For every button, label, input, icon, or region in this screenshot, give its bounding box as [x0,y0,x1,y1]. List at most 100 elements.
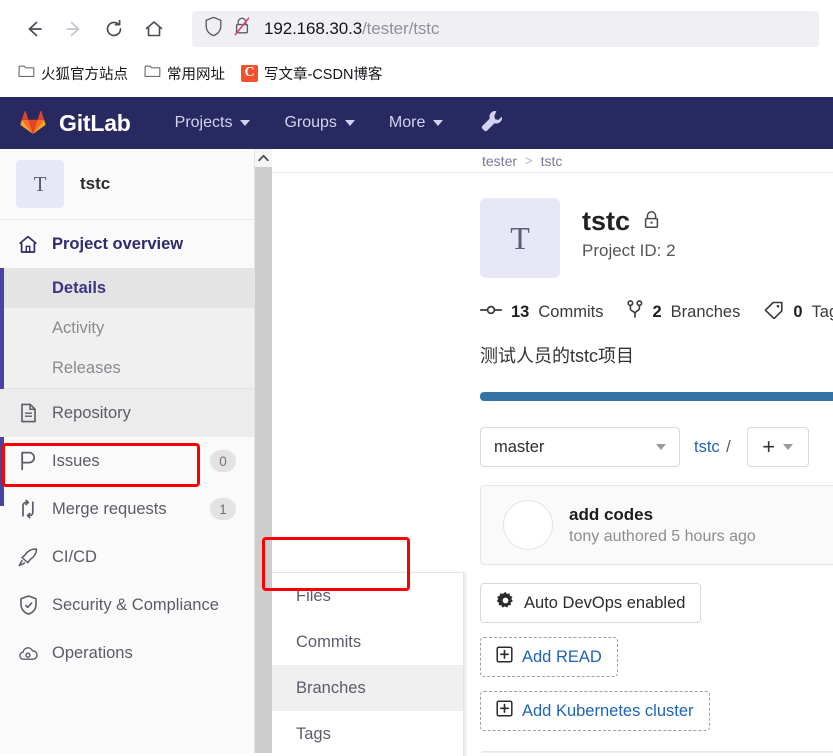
url-text: 192.168.30.3/tester/tstc [264,19,439,39]
nav-groups-label: Groups [284,114,337,131]
gear-icon [496,591,515,615]
forward-button[interactable] [54,9,94,49]
sidebar-item-label: Issues [52,451,100,470]
back-button[interactable] [14,9,54,49]
bookmark-firefox-official[interactable]: 火狐官方站点 [12,61,134,86]
commit-icon [479,303,503,322]
cloud-gear-icon [18,644,38,663]
flyout-item-label: Commits [296,632,362,651]
button-label: Add Kubernetes cluster [522,701,694,720]
repo-toolbar: master tstc / + [480,427,833,467]
nav-projects[interactable]: Projects [175,114,251,132]
project-stats: 13 Commits 2 Branches 0 Tags [479,300,833,324]
add-to-repo-button[interactable]: + [746,427,809,467]
bookmark-common-sites[interactable]: 常用网址 [138,61,231,86]
reload-button[interactable] [94,9,134,49]
add-kubernetes-cluster-button[interactable]: Add Kubernetes cluster [480,691,710,731]
lock-icon [643,206,660,237]
flyout-item-label: Files [296,586,331,605]
project-description: 测试人员的tstc项目 [480,346,635,366]
sidebar-subitem-label: Activity [52,318,105,337]
admin-area-button[interactable] [479,108,505,139]
nav-groups[interactable]: Groups [284,114,355,132]
sidebar-item-security-compliance[interactable]: Security & Compliance [0,581,254,629]
shield-icon[interactable] [204,16,223,42]
nav-more[interactable]: More [388,114,444,132]
project-id: Project ID: 2 [582,241,676,260]
sidebar-subitem-details[interactable]: Details [0,268,254,308]
branch-selector-value: master [494,437,545,456]
files-table: Name https://blog.csdn.net/qq_33808440 [480,751,833,753]
stat-label: Branches [670,302,741,321]
stat-branches[interactable]: 2 Branches [627,300,740,324]
bookmark-label: 常用网址 [167,66,225,83]
scrollbar-thumb[interactable] [255,167,272,753]
sidebar-item-operations[interactable]: Operations [0,629,254,677]
sidebar-item-label: Project overview [52,234,184,253]
path-root[interactable]: tstc [694,438,720,456]
sidebar-scrollbar[interactable] [255,149,272,753]
commit-message[interactable]: add codes [569,505,756,525]
home-icon [18,235,38,254]
button-label: Auto DevOps enabled [524,593,686,612]
stat-commits[interactable]: 13 Commits [479,302,603,322]
sidebar-subitem-activity[interactable]: Activity [0,308,254,348]
page-body: T tstc Project overview Details Activity… [0,149,833,756]
folder-icon [18,63,35,83]
project-header: T tstc Project ID: 2 [480,198,833,278]
url-path: /tester/tstc [362,18,440,38]
breadcrumb-project[interactable]: tstc [541,153,563,169]
home-button[interactable] [134,9,174,49]
breadcrumb-separator: > [525,153,533,168]
insecure-lock-icon[interactable] [233,16,251,41]
sidebar-item-repository[interactable]: Repository [0,389,254,437]
flyout-item-branches[interactable]: Branches [272,665,463,711]
sidebar-project-header[interactable]: T tstc [0,149,254,220]
chevron-down-icon [344,120,355,126]
flyout-item-commits[interactable]: Commits [272,619,463,665]
chevron-down-icon [433,120,444,126]
last-commit-card[interactable]: add codes tony authored 5 hours ago [480,485,833,565]
page-title: tstc [582,206,676,237]
sidebar-item-project-overview[interactable]: Project overview [0,220,254,268]
sidebar-item-issues[interactable]: Issues 0 [0,437,254,485]
flyout-item-tags[interactable]: Tags [272,711,463,756]
wrench-icon [479,108,505,139]
gitlab-home-link[interactable]: GitLab [18,107,131,140]
merge-icon [18,499,38,519]
gitlab-nav-links: Projects Groups More [175,114,444,132]
chevron-down-icon [783,444,794,450]
auto-devops-button[interactable]: Auto DevOps enabled [480,583,702,623]
sidebar-project-avatar: T [16,160,64,208]
sidebar-item-badge: 1 [210,498,236,520]
files-table-header: Name https://blog.csdn.net/qq_33808440 [481,752,833,753]
branch-selector[interactable]: master [480,427,680,467]
stat-count: 0 [793,302,803,321]
language-bar [480,392,833,401]
flyout-item-files[interactable]: Files [272,573,463,619]
sidebar-subitem-label: Details [52,278,107,297]
sidebar-item-label: Merge requests [52,499,167,518]
bookmark-csdn-blog[interactable]: C 写文章-CSDN博客 [235,61,388,86]
gitlab-brand-text: GitLab [59,109,131,136]
add-readme-button[interactable]: Add READ [480,637,618,677]
nav-more-label: More [388,114,426,131]
tag-icon [764,301,784,324]
plus-icon: + [762,434,776,459]
sidebar-item-merge-requests[interactable]: Merge requests 1 [0,485,254,533]
stat-count: 13 [511,302,530,321]
address-bar[interactable]: 192.168.30.3/tester/tstc [192,10,819,47]
scroll-up-arrow-icon[interactable] [255,149,272,167]
sidebar-subitem-releases[interactable]: Releases [0,348,254,388]
path-breadcrumb: tstc / [694,438,733,457]
breadcrumb-group[interactable]: tester [482,153,517,169]
project-title-text: tstc [582,206,631,236]
branch-icon [627,300,643,324]
sidebar-item-label: CI/CD [52,547,97,566]
sidebar-item-ci-cd[interactable]: CI/CD [0,533,254,581]
sidebar-item-label: Operations [52,643,133,662]
plus-square-icon [496,700,513,722]
project-identity: tstc Project ID: 2 [582,198,676,261]
stat-tags[interactable]: 0 Tags [764,301,833,324]
gitlab-logo-icon [18,107,48,140]
